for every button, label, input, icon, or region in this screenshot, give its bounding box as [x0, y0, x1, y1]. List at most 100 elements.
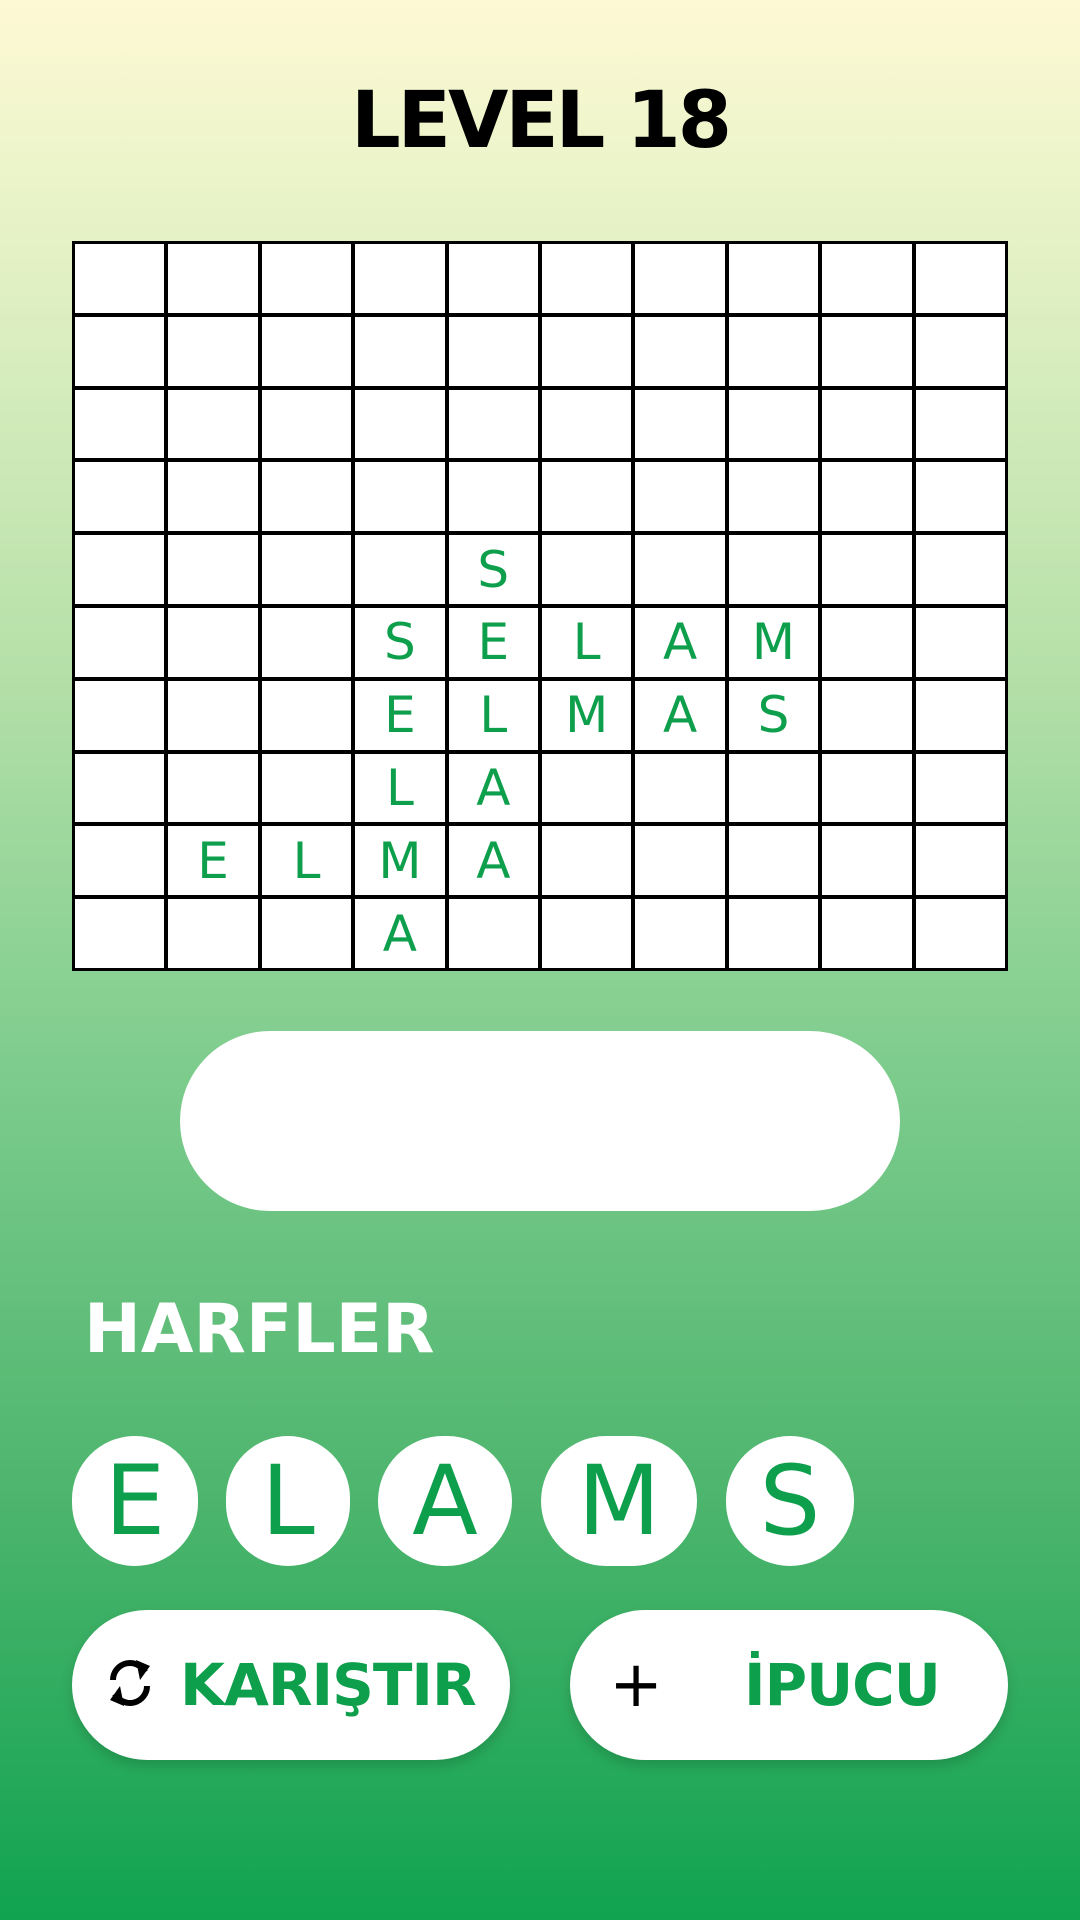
grid-cell-empty	[355, 462, 445, 532]
grid-cell-empty	[728, 753, 819, 823]
grid-cell-empty	[261, 244, 352, 313]
grid-cell-empty	[915, 753, 1005, 823]
grid-cell-empty	[542, 753, 632, 823]
grid-cell-empty	[168, 608, 258, 677]
grid-cell-letter: M	[728, 608, 819, 677]
plus-icon: +	[609, 1648, 663, 1722]
grid-cell-empty	[261, 389, 352, 459]
grid-cell-empty	[728, 826, 819, 896]
grid-cell-empty	[168, 244, 258, 313]
grid-cell-empty	[542, 462, 632, 532]
grid-cell-empty	[728, 535, 819, 604]
grid-cell-letter: A	[448, 753, 538, 823]
grid-cell-empty	[448, 462, 538, 532]
grid-cell-empty	[822, 389, 912, 459]
grid-cell-empty	[355, 535, 445, 604]
grid-cell-empty	[261, 316, 352, 386]
grid-cell-empty	[261, 462, 352, 532]
grid-cell-empty	[915, 608, 1005, 677]
letter-tile-e[interactable]: E	[72, 1436, 198, 1566]
grid-cell-letter: A	[448, 826, 538, 896]
grid-cell-empty	[915, 535, 1005, 604]
grid-cell-empty	[728, 316, 819, 386]
grid-cell-empty	[168, 899, 258, 968]
grid-cell-letter: L	[448, 680, 538, 750]
grid-cell-letter: S	[728, 680, 819, 750]
grid-cell-letter: M	[542, 680, 632, 750]
grid-cell-empty	[448, 899, 538, 968]
grid-cell-empty	[448, 244, 538, 313]
grid-cell-empty	[915, 899, 1005, 968]
grid-cell-empty	[822, 608, 912, 677]
grid-cell-letter: A	[635, 680, 725, 750]
grid-cell-empty	[635, 535, 725, 604]
grid-cell-letter: A	[355, 899, 445, 968]
grid-cell-empty	[542, 244, 632, 313]
grid-cell-empty	[728, 244, 819, 313]
grid-cell-empty	[915, 244, 1005, 313]
grid-cell-empty	[355, 389, 445, 459]
grid-cell-empty	[635, 462, 725, 532]
grid-cell-empty	[635, 244, 725, 313]
grid-cell-empty	[168, 753, 258, 823]
grid-cell-empty	[75, 608, 165, 677]
shuffle-icon	[100, 1648, 160, 1722]
grid-cell-empty	[915, 680, 1005, 750]
grid-cell-empty	[542, 316, 632, 386]
grid-cell-empty	[822, 316, 912, 386]
letter-tile-a[interactable]: A	[378, 1436, 512, 1566]
answer-input[interactable]	[180, 1031, 900, 1211]
grid-cell-empty	[728, 462, 819, 532]
hint-button[interactable]: + İPUCU	[570, 1610, 1008, 1760]
letter-tile-l[interactable]: L	[226, 1436, 350, 1566]
grid-cell-letter: L	[261, 826, 352, 896]
grid-cell-empty	[261, 535, 352, 604]
grid-cell-empty	[822, 753, 912, 823]
grid-cell-letter: S	[448, 535, 538, 604]
grid-cell-empty	[542, 826, 632, 896]
letters-heading: HARFLER	[84, 1290, 435, 1369]
grid-cell-letter: E	[168, 826, 258, 896]
grid-cell-empty	[75, 899, 165, 968]
shuffle-button[interactable]: KARIŞTIR	[72, 1610, 510, 1760]
grid-cell-empty	[915, 316, 1005, 386]
grid-cell-empty	[355, 316, 445, 386]
grid-cell-empty	[822, 899, 912, 968]
grid-cell-empty	[448, 316, 538, 386]
grid-cell-empty	[75, 826, 165, 896]
level-title: LEVEL 18	[350, 76, 732, 166]
grid-cell-letter: E	[448, 608, 538, 677]
grid-cell-empty	[542, 389, 632, 459]
grid-cell-empty	[261, 899, 352, 968]
grid-cell-letter: A	[635, 608, 725, 677]
grid-cell-empty	[168, 680, 258, 750]
grid-cell-empty	[635, 389, 725, 459]
grid-cell-empty	[915, 462, 1005, 532]
grid-cell-empty	[542, 899, 632, 968]
letter-tile-m[interactable]: M	[541, 1436, 697, 1566]
grid-cell-letter: E	[355, 680, 445, 750]
crossword-grid: SSELAMELMASLAELMAA	[72, 241, 1008, 971]
grid-cell-empty	[822, 244, 912, 313]
grid-cell-empty	[635, 753, 725, 823]
grid-cell-empty	[635, 316, 725, 386]
grid-cell-empty	[915, 389, 1005, 459]
grid-cell-letter: M	[355, 826, 445, 896]
grid-cell-empty	[75, 316, 165, 386]
grid-cell-empty	[261, 680, 352, 750]
grid-cell-empty	[822, 826, 912, 896]
grid-cell-empty	[728, 389, 819, 459]
grid-cell-empty	[261, 608, 352, 677]
grid-cell-empty	[168, 316, 258, 386]
grid-cell-empty	[915, 826, 1005, 896]
grid-cell-empty	[822, 462, 912, 532]
grid-cell-empty	[168, 462, 258, 532]
grid-cell-empty	[822, 535, 912, 604]
grid-cell-empty	[75, 462, 165, 532]
letter-tile-s[interactable]: S	[726, 1436, 854, 1566]
grid-cell-empty	[728, 899, 819, 968]
grid-cell-empty	[75, 244, 165, 313]
grid-cell-letter: L	[542, 608, 632, 677]
grid-cell-empty	[822, 680, 912, 750]
grid-cell-empty	[75, 680, 165, 750]
